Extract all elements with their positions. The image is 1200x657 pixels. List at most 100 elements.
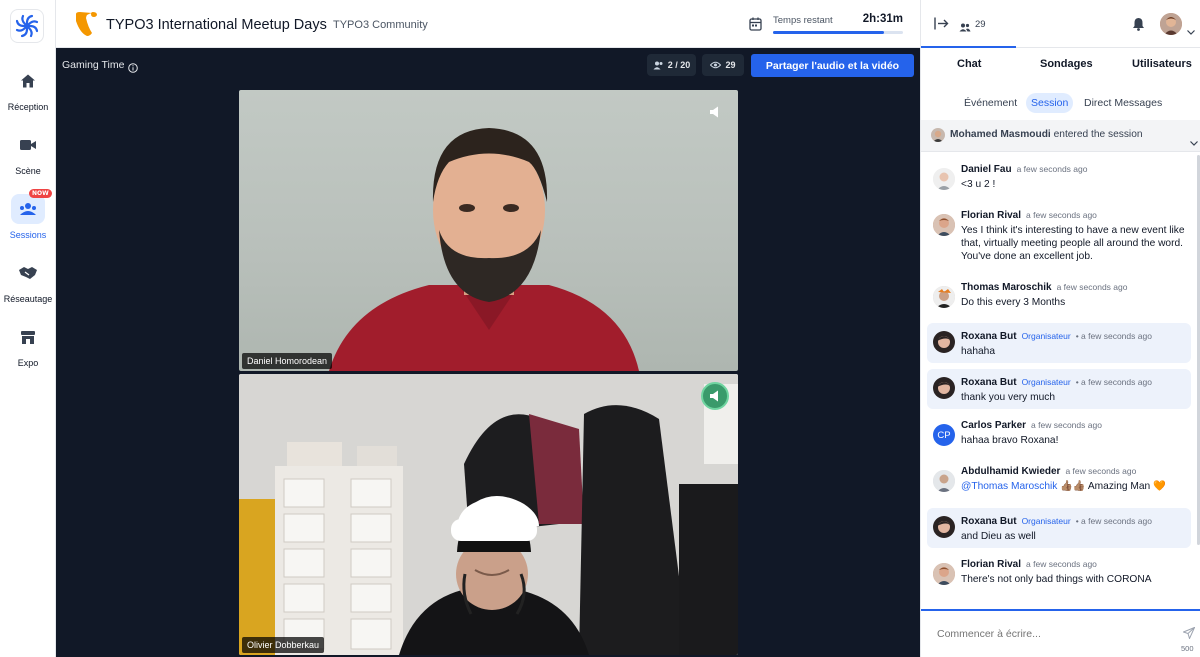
chevron-down-icon[interactable]	[1187, 22, 1195, 40]
message-text: hahaa bravo Roxana!	[961, 435, 1059, 446]
message-author[interactable]: Abdulhamid Kwieder	[961, 466, 1060, 477]
user-avatar[interactable]	[1160, 13, 1182, 35]
handshake-icon	[11, 258, 45, 288]
nav-item-networking[interactable]: Réseautage	[0, 258, 56, 304]
avatar	[933, 516, 955, 538]
char-limit: 500	[1181, 644, 1194, 653]
initials-avatar: CP	[933, 424, 955, 446]
participant-name-tag: Olivier Dobberkau	[242, 637, 325, 653]
info-icon[interactable]	[128, 60, 138, 78]
left-navigation: Réception Scène NOW Sessions Réseautage …	[0, 0, 56, 657]
speaker-icon[interactable]	[701, 98, 729, 126]
time-remaining-label: Temps restant	[773, 15, 833, 26]
send-icon[interactable]	[1182, 626, 1196, 644]
video-tile[interactable]: Daniel Homorodean	[239, 90, 738, 371]
message-author[interactable]: Thomas Maroschik	[961, 282, 1052, 293]
chat-input[interactable]	[931, 621, 1161, 647]
people-icon	[653, 61, 663, 69]
organizer-badge: Organisateur	[1021, 377, 1071, 387]
nav-item-scene[interactable]: Scène	[0, 130, 56, 176]
nav-label: Réseautage	[3, 294, 53, 304]
video-camera-icon	[11, 130, 45, 160]
message-text: <3 u 2 !	[961, 179, 996, 190]
message-text: Yes I think it's interesting to have a n…	[961, 225, 1185, 262]
message-author[interactable]: Roxana But	[961, 377, 1017, 388]
chat-message: Florian Rival a few seconds ago Yes I thi…	[927, 208, 1191, 270]
tab-chat[interactable]: Chat	[957, 58, 981, 70]
calendar-icon	[749, 17, 762, 36]
bell-icon[interactable]	[1132, 17, 1145, 36]
message-author[interactable]: Roxana But	[961, 516, 1017, 527]
session-stage: Gaming Time 2 / 20 29 Partager l'audio e…	[56, 48, 920, 657]
avatar	[933, 331, 955, 353]
chat-message: Abdulhamid Kwieder a few seconds ago @Tho…	[927, 464, 1191, 504]
viewers-counter: 29	[702, 54, 744, 76]
time-progress-bar	[773, 31, 903, 34]
subtab-direct-messages[interactable]: Direct Messages	[1079, 93, 1167, 113]
sessions-icon	[11, 194, 45, 224]
session-entry-banner: Mohamed Masmoudi entered the session	[921, 120, 1200, 152]
message-author[interactable]: Florian Rival	[961, 210, 1021, 221]
chat-message: Roxana But Organisateur • a few seconds ag…	[927, 369, 1191, 409]
community-name[interactable]: TYPO3 Community	[333, 19, 428, 31]
message-text: There's not only bad things with CORONA	[961, 574, 1152, 585]
message-text: Do this every 3 Months	[961, 297, 1066, 308]
participant-video-feed	[329, 128, 639, 371]
message-time: • a few seconds ago	[1075, 377, 1152, 387]
message-author[interactable]: Florian Rival	[961, 559, 1021, 570]
message-text: thank you very much	[961, 392, 1055, 403]
message-text: 👍🏽👍🏽 Amazing Man 🧡	[1060, 481, 1166, 492]
attendee-count: 29	[975, 19, 986, 30]
message-author[interactable]: Daniel Fau	[961, 164, 1012, 175]
message-author[interactable]: Carlos Parker	[961, 420, 1026, 431]
chat-message: Roxana But Organisateur • a few seconds ag…	[927, 323, 1191, 363]
video-tile[interactable]: Olivier Dobberkau	[239, 374, 738, 655]
user-mention[interactable]: @Thomas Maroschik	[961, 481, 1057, 492]
message-composer: 500	[921, 609, 1200, 657]
subtab-event[interactable]: Événement	[959, 93, 1022, 113]
chat-message: Florian Rival a few seconds ago There's n…	[927, 557, 1191, 593]
chevron-down-icon[interactable]	[1190, 133, 1198, 151]
banner-message: entered the session	[1053, 129, 1143, 140]
organizer-badge: Organisateur	[1021, 516, 1071, 526]
nav-item-sessions[interactable]: NOW Sessions	[0, 189, 56, 240]
speaker-active-icon[interactable]	[701, 382, 729, 410]
nav-label: Sessions	[9, 230, 47, 240]
time-remaining-value: 2h:31m	[862, 13, 903, 25]
eye-icon	[710, 61, 722, 69]
message-author[interactable]: Roxana But	[961, 331, 1017, 342]
share-audio-video-button[interactable]: Partager l'audio et la vidéo	[751, 54, 914, 77]
banner-name: Mohamed Masmoudi	[950, 129, 1051, 140]
message-time: a few seconds ago	[1031, 420, 1102, 430]
tab-polls[interactable]: Sondages	[1040, 58, 1093, 70]
chat-message: Thomas Maroschik a few seconds ago Do thi…	[927, 280, 1191, 316]
home-icon	[11, 66, 45, 96]
swirl-logo-icon	[15, 14, 39, 38]
time-progress-fill	[773, 31, 884, 34]
subtab-session[interactable]: Session	[1026, 93, 1074, 113]
message-time: a few seconds ago	[1026, 210, 1097, 220]
store-icon	[11, 322, 45, 352]
nav-item-expo[interactable]: Expo	[0, 322, 56, 368]
header-bar: TYPO3 International Meetup Days TYPO3 Co…	[56, 0, 920, 48]
now-badge: NOW	[29, 189, 52, 198]
collapse-panel-icon[interactable]	[934, 17, 949, 35]
message-time: • a few seconds ago	[1075, 331, 1152, 341]
message-time: a few seconds ago	[1056, 282, 1128, 292]
active-tab-indicator	[921, 46, 1016, 48]
nav-item-reception[interactable]: Réception	[0, 66, 56, 112]
tab-users[interactable]: Utilisateurs	[1132, 58, 1192, 70]
message-time: a few seconds ago	[1065, 466, 1137, 476]
organizer-badge: Organisateur	[1021, 331, 1071, 341]
participant-name-tag: Daniel Homorodean	[242, 353, 333, 369]
typo3-logo-icon[interactable]	[74, 11, 98, 42]
side-panel: 29 Chat Sondages Utilisateurs Événement …	[920, 0, 1200, 657]
avatar	[933, 563, 955, 585]
event-title: TYPO3 International Meetup Days	[106, 17, 327, 33]
people-icon	[959, 19, 971, 37]
message-text: hahaha	[961, 346, 995, 357]
nav-label: Réception	[7, 102, 49, 112]
avatar	[933, 168, 955, 190]
chat-message: CP Carlos Parker a few seconds ago hahaa …	[927, 418, 1191, 454]
app-logo[interactable]	[10, 9, 44, 43]
